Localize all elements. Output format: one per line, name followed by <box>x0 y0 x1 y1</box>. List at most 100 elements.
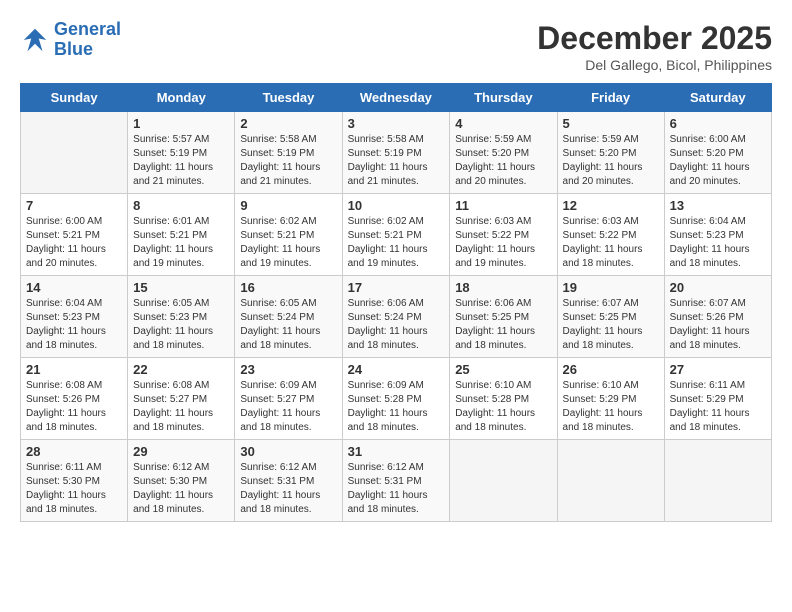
day-info: Sunrise: 6:00 AMSunset: 5:21 PMDaylight:… <box>26 215 122 271</box>
calendar-day-cell: 1 Sunrise: 5:57 AMSunset: 5:19 PMDaylight… <box>128 112 235 194</box>
day-info: Sunrise: 5:59 AMSunset: 5:20 PMDaylight:… <box>455 133 551 189</box>
calendar-day-cell: 9Sunrise: 6:02 AMSunset: 5:21 PMDaylight… <box>235 194 342 276</box>
day-info: Sunrise: 6:08 AMSunset: 5:27 PMDaylight:… <box>133 379 229 435</box>
calendar-day-cell: 13 Sunrise: 6:04 AMSunset: 5:23 PMDayligh… <box>664 194 771 276</box>
calendar-day-cell: 24 Sunrise: 6:09 AMSunset: 5:28 PMDayligh… <box>342 358 450 440</box>
day-number: 8 <box>133 198 229 213</box>
calendar-week-row: 21Sunrise: 6:08 AMSunset: 5:26 PMDayligh… <box>21 358 772 440</box>
calendar-day-cell: 26 Sunrise: 6:10 AMSunset: 5:29 PMDayligh… <box>557 358 664 440</box>
day-info: Sunrise: 5:59 AMSunset: 5:20 PMDaylight:… <box>563 133 659 189</box>
calendar-day-cell: 12Sunrise: 6:03 AMSunset: 5:22 PMDayligh… <box>557 194 664 276</box>
day-info: Sunrise: 6:07 AMSunset: 5:26 PMDaylight:… <box>670 297 766 353</box>
day-number: 3 <box>348 116 445 131</box>
day-of-week-header: Monday <box>128 84 235 112</box>
day-info: Sunrise: 6:06 AMSunset: 5:25 PMDaylight:… <box>455 297 551 353</box>
day-number: 29 <box>133 444 229 459</box>
title-block: December 2025 Del Gallego, Bicol, Philip… <box>537 20 772 73</box>
logo-text: GeneralBlue <box>54 20 121 60</box>
day-info: Sunrise: 6:11 AMSunset: 5:29 PMDaylight:… <box>670 379 766 435</box>
day-of-week-header: Wednesday <box>342 84 450 112</box>
logo-icon <box>20 25 50 55</box>
calendar-day-cell: 16 Sunrise: 6:05 AMSunset: 5:24 PMDayligh… <box>235 276 342 358</box>
logo: GeneralBlue <box>20 20 121 60</box>
calendar-day-cell: 10Sunrise: 6:02 AMSunset: 5:21 PMDayligh… <box>342 194 450 276</box>
calendar-day-cell: 19 Sunrise: 6:07 AMSunset: 5:25 PMDayligh… <box>557 276 664 358</box>
calendar-day-cell: 29Sunrise: 6:12 AMSunset: 5:30 PMDayligh… <box>128 440 235 522</box>
day-of-week-header: Friday <box>557 84 664 112</box>
day-number: 25 <box>455 362 551 377</box>
calendar-day-cell <box>557 440 664 522</box>
day-info: Sunrise: 6:12 AMSunset: 5:31 PMDaylight:… <box>240 461 336 517</box>
calendar-day-cell: 2Sunrise: 5:58 AMSunset: 5:19 PMDaylight… <box>235 112 342 194</box>
day-info: Sunrise: 6:09 AMSunset: 5:27 PMDaylight:… <box>240 379 336 435</box>
day-info: Sunrise: 6:10 AMSunset: 5:28 PMDaylight:… <box>455 379 551 435</box>
calendar-day-cell: 15 Sunrise: 6:05 AMSunset: 5:23 PMDayligh… <box>128 276 235 358</box>
calendar-week-row: 28 Sunrise: 6:11 AMSunset: 5:30 PMDayligh… <box>21 440 772 522</box>
day-number: 30 <box>240 444 336 459</box>
calendar-day-cell <box>21 112 128 194</box>
day-number: 21 <box>26 362 122 377</box>
day-number: 18 <box>455 280 551 295</box>
day-number: 20 <box>670 280 766 295</box>
calendar-day-cell: 31 Sunrise: 6:12 AMSunset: 5:31 PMDayligh… <box>342 440 450 522</box>
calendar-day-cell: 6 Sunrise: 6:00 AMSunset: 5:20 PMDaylight… <box>664 112 771 194</box>
day-number: 14 <box>26 280 122 295</box>
calendar-day-cell: 21Sunrise: 6:08 AMSunset: 5:26 PMDayligh… <box>21 358 128 440</box>
day-info: Sunrise: 6:11 AMSunset: 5:30 PMDaylight:… <box>26 461 122 517</box>
day-info: Sunrise: 6:07 AMSunset: 5:25 PMDaylight:… <box>563 297 659 353</box>
day-info: Sunrise: 6:05 AMSunset: 5:23 PMDaylight:… <box>133 297 229 353</box>
page-header: GeneralBlue December 2025 Del Gallego, B… <box>20 20 772 73</box>
day-info: Sunrise: 6:10 AMSunset: 5:29 PMDaylight:… <box>563 379 659 435</box>
day-number: 24 <box>348 362 445 377</box>
day-number: 16 <box>240 280 336 295</box>
calendar-week-row: 7 Sunrise: 6:00 AMSunset: 5:21 PMDaylight… <box>21 194 772 276</box>
day-number: 13 <box>670 198 766 213</box>
day-number: 19 <box>563 280 659 295</box>
calendar-day-cell: 28 Sunrise: 6:11 AMSunset: 5:30 PMDayligh… <box>21 440 128 522</box>
location-subtitle: Del Gallego, Bicol, Philippines <box>537 57 772 73</box>
day-number: 7 <box>26 198 122 213</box>
day-info: Sunrise: 6:09 AMSunset: 5:28 PMDaylight:… <box>348 379 445 435</box>
calendar-day-cell: 3 Sunrise: 5:58 AMSunset: 5:19 PMDaylight… <box>342 112 450 194</box>
day-number: 17 <box>348 280 445 295</box>
day-info: Sunrise: 5:58 AMSunset: 5:19 PMDaylight:… <box>240 133 336 189</box>
calendar-day-cell <box>664 440 771 522</box>
day-number: 31 <box>348 444 445 459</box>
calendar-header-row: SundayMondayTuesdayWednesdayThursdayFrid… <box>21 84 772 112</box>
day-number: 12 <box>563 198 659 213</box>
day-of-week-header: Thursday <box>450 84 557 112</box>
day-info: Sunrise: 6:00 AMSunset: 5:20 PMDaylight:… <box>670 133 766 189</box>
calendar-day-cell: 25 Sunrise: 6:10 AMSunset: 5:28 PMDayligh… <box>450 358 557 440</box>
calendar-day-cell: 4Sunrise: 5:59 AMSunset: 5:20 PMDaylight… <box>450 112 557 194</box>
calendar-day-cell: 23Sunrise: 6:09 AMSunset: 5:27 PMDayligh… <box>235 358 342 440</box>
calendar-day-cell: 20 Sunrise: 6:07 AMSunset: 5:26 PMDayligh… <box>664 276 771 358</box>
day-info: Sunrise: 6:05 AMSunset: 5:24 PMDaylight:… <box>240 297 336 353</box>
day-number: 15 <box>133 280 229 295</box>
day-info: Sunrise: 6:12 AMSunset: 5:31 PMDaylight:… <box>348 461 445 517</box>
calendar-week-row: 14Sunrise: 6:04 AMSunset: 5:23 PMDayligh… <box>21 276 772 358</box>
calendar-day-cell: 18 Sunrise: 6:06 AMSunset: 5:25 PMDayligh… <box>450 276 557 358</box>
day-number: 6 <box>670 116 766 131</box>
calendar-day-cell: 17Sunrise: 6:06 AMSunset: 5:24 PMDayligh… <box>342 276 450 358</box>
calendar-day-cell: 30 Sunrise: 6:12 AMSunset: 5:31 PMDayligh… <box>235 440 342 522</box>
day-info: Sunrise: 6:01 AMSunset: 5:21 PMDaylight:… <box>133 215 229 271</box>
day-info: Sunrise: 5:57 AMSunset: 5:19 PMDaylight:… <box>133 133 229 189</box>
day-info: Sunrise: 6:04 AMSunset: 5:23 PMDaylight:… <box>670 215 766 271</box>
day-info: Sunrise: 5:58 AMSunset: 5:19 PMDaylight:… <box>348 133 445 189</box>
day-number: 1 <box>133 116 229 131</box>
day-number: 28 <box>26 444 122 459</box>
day-info: Sunrise: 6:03 AMSunset: 5:22 PMDaylight:… <box>455 215 551 271</box>
day-number: 27 <box>670 362 766 377</box>
calendar-table: SundayMondayTuesdayWednesdayThursdayFrid… <box>20 83 772 522</box>
calendar-week-row: 1 Sunrise: 5:57 AMSunset: 5:19 PMDaylight… <box>21 112 772 194</box>
calendar-day-cell: 7 Sunrise: 6:00 AMSunset: 5:21 PMDaylight… <box>21 194 128 276</box>
calendar-day-cell: 8 Sunrise: 6:01 AMSunset: 5:21 PMDaylight… <box>128 194 235 276</box>
calendar-day-cell: 14Sunrise: 6:04 AMSunset: 5:23 PMDayligh… <box>21 276 128 358</box>
month-year-title: December 2025 <box>537 20 772 57</box>
day-number: 22 <box>133 362 229 377</box>
day-of-week-header: Sunday <box>21 84 128 112</box>
calendar-day-cell: 27 Sunrise: 6:11 AMSunset: 5:29 PMDayligh… <box>664 358 771 440</box>
day-number: 26 <box>563 362 659 377</box>
calendar-day-cell: 11Sunrise: 6:03 AMSunset: 5:22 PMDayligh… <box>450 194 557 276</box>
day-number: 9 <box>240 198 336 213</box>
